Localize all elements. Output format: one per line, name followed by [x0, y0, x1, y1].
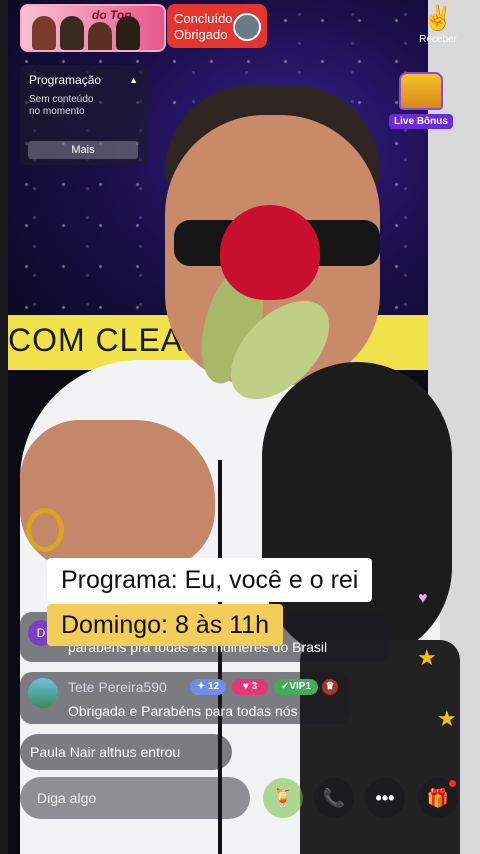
- completed-label: Concluído: [174, 11, 233, 26]
- event-banner-card[interactable]: do Top: [20, 4, 166, 52]
- avatar: [88, 22, 112, 50]
- live-bonus-label: Live Bônus: [389, 114, 453, 129]
- schedule-empty-text: Sem conteúdo: [29, 94, 94, 105]
- star-icon: ★: [437, 706, 457, 731]
- join-text: Paula Nair althus entrou: [30, 744, 181, 760]
- fan-level-value: 3: [251, 681, 258, 692]
- commenter-name[interactable]: Tete Pereira590: [68, 679, 167, 695]
- join-notice: Paula Nair althus entrou: [20, 734, 232, 770]
- more-button[interactable]: Mais: [28, 141, 138, 159]
- call-icon[interactable]: 📞: [314, 778, 354, 818]
- v-bunny-icon: ✌: [423, 5, 453, 32]
- more-options-icon[interactable]: •••: [365, 778, 405, 818]
- schedule-title: Programação: [29, 73, 102, 87]
- schedule-empty-text: no momento: [29, 106, 85, 117]
- comment-input-placeholder: Diga algo: [37, 790, 97, 806]
- treasure-chest-icon: [399, 72, 443, 110]
- comment-text: Obrigada e Parabéns para todas nós: [68, 703, 298, 719]
- schedule-panel: Programação ▲ Sem conteúdo no momento Ma…: [20, 65, 148, 165]
- vip-badge: ✓VIP1: [274, 679, 318, 695]
- avatar: [32, 16, 56, 50]
- thanks-label: Obrigado: [174, 27, 228, 42]
- receive-button[interactable]: ✌ Receber: [416, 4, 460, 50]
- gold-ring: [26, 508, 64, 552]
- crown-icon: ♛: [322, 679, 338, 695]
- star-icon: ★: [417, 645, 437, 670]
- red-rose: [220, 205, 320, 300]
- level-badge: ✦ 12: [190, 679, 226, 695]
- event-card-title: do Top: [92, 8, 132, 22]
- avatar[interactable]: [28, 678, 58, 708]
- level-value: 12: [208, 681, 220, 692]
- vip-value: VIP1: [289, 681, 312, 692]
- live-bonus-button[interactable]: Live Bônus: [388, 72, 454, 132]
- live-stream-screen: COM CLEA NEIRO do Top Concluído Obrigado…: [0, 0, 480, 854]
- video-edge: [0, 0, 8, 854]
- caption-schedule: Domingo: 8 às 11h: [47, 604, 283, 646]
- host-avatar: [233, 13, 261, 41]
- caption-program-title: Programa: Eu, você e o rei: [47, 558, 373, 602]
- heart-icon: ♥: [418, 590, 428, 607]
- avatar: [60, 16, 84, 50]
- notification-dot: [449, 780, 456, 787]
- comment-item: Tete Pereira590 ✦ 12 ♥ 3 ✓VIP1 ♛ Obrigad…: [20, 672, 350, 724]
- completed-badge[interactable]: Concluído Obrigado: [167, 4, 267, 48]
- fan-badge: ♥ 3: [232, 679, 268, 695]
- chevron-up-icon[interactable]: ▲: [129, 75, 138, 85]
- comment-input[interactable]: Diga algo: [20, 777, 250, 819]
- receive-label: Receber: [419, 34, 457, 45]
- drink-gift-icon[interactable]: 🍹: [263, 778, 303, 818]
